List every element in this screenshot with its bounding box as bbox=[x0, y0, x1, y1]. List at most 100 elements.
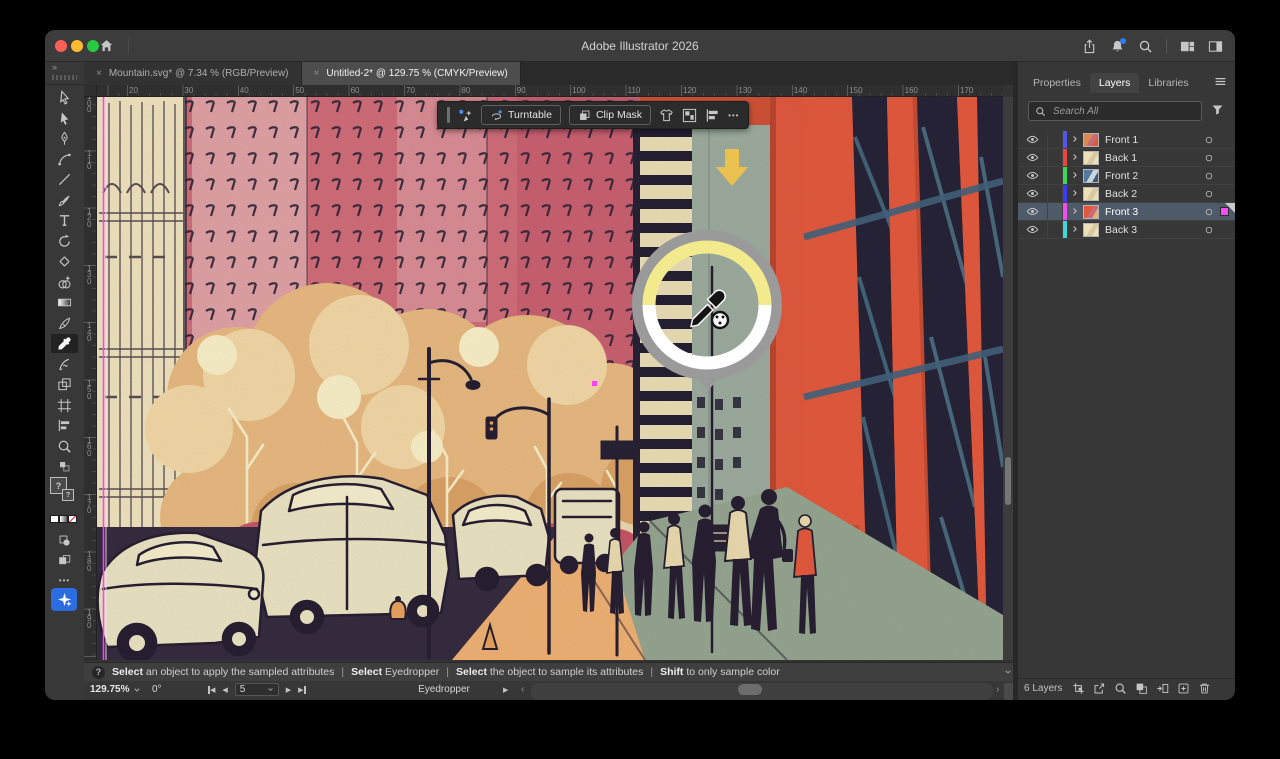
vertical-scroll-thumb[interactable] bbox=[1005, 457, 1011, 505]
selection-tool[interactable] bbox=[51, 88, 78, 107]
artboard-number-select[interactable]: 5 bbox=[235, 683, 279, 696]
lock-column[interactable] bbox=[1048, 149, 1063, 166]
search-layers-icon[interactable] bbox=[1114, 682, 1127, 695]
visibility-toggle[interactable] bbox=[1018, 221, 1048, 238]
horizontal-scroll-thumb[interactable] bbox=[738, 684, 762, 695]
toolbar-expand-chevron[interactable]: » bbox=[52, 62, 56, 72]
tab-layers[interactable]: Layers bbox=[1090, 73, 1140, 93]
visibility-toggle[interactable] bbox=[1018, 203, 1048, 220]
visibility-toggle[interactable] bbox=[1018, 131, 1048, 148]
tab-libraries[interactable]: Libraries bbox=[1139, 73, 1197, 93]
layer-row[interactable]: Back 2 bbox=[1018, 185, 1235, 203]
scroll-right-button[interactable]: › bbox=[996, 681, 999, 698]
document-tab[interactable]: × Mountain.svg* @ 7.34 % (RGB/Preview) bbox=[84, 62, 302, 85]
search-input[interactable] bbox=[1051, 105, 1181, 118]
generative-cursor-icon[interactable] bbox=[458, 108, 473, 123]
target-circle[interactable] bbox=[1198, 189, 1220, 199]
draw-mode-icon[interactable] bbox=[51, 531, 78, 550]
layer-thumbnail[interactable] bbox=[1083, 223, 1099, 237]
shape-builder-tool[interactable] bbox=[51, 273, 78, 292]
lock-column[interactable] bbox=[1048, 203, 1063, 220]
pen-tool[interactable] bbox=[51, 129, 78, 148]
close-tab-icon[interactable]: × bbox=[96, 68, 102, 79]
layer-name[interactable]: Front 3 bbox=[1105, 206, 1198, 218]
shaper-tool[interactable] bbox=[51, 355, 78, 374]
layer-thumbnail[interactable] bbox=[1083, 151, 1099, 165]
horizontal-scrollbar[interactable] bbox=[531, 683, 993, 700]
scroll-down-button[interactable] bbox=[1003, 662, 1013, 681]
move-to-layer-icon[interactable] bbox=[1156, 682, 1169, 695]
rotate-tool[interactable] bbox=[51, 232, 78, 251]
lock-column[interactable] bbox=[1048, 167, 1063, 184]
toolbar-grip[interactable] bbox=[52, 75, 77, 80]
ai-assistant-button[interactable] bbox=[51, 588, 77, 611]
visibility-toggle[interactable] bbox=[1018, 185, 1048, 202]
close-tab-icon[interactable]: × bbox=[314, 68, 320, 79]
align-left-icon[interactable] bbox=[705, 108, 720, 123]
export-icon[interactable] bbox=[1093, 682, 1106, 695]
new-layer-icon[interactable] bbox=[1177, 682, 1190, 695]
workspace-switcher-icon[interactable] bbox=[1180, 39, 1195, 54]
first-artboard-button[interactable]: ◀ bbox=[208, 686, 215, 694]
target-circle[interactable] bbox=[1198, 207, 1220, 217]
status-advance-button[interactable]: ▶ bbox=[503, 681, 508, 698]
lock-column[interactable] bbox=[1048, 131, 1063, 148]
drag-handle[interactable] bbox=[447, 107, 450, 123]
delete-layer-icon[interactable] bbox=[1198, 682, 1211, 695]
symbols-tool[interactable] bbox=[51, 375, 78, 394]
layer-thumbnail[interactable] bbox=[1083, 205, 1099, 219]
filter-funnel-icon[interactable] bbox=[1211, 103, 1224, 116]
swap-fill-stroke-icon[interactable] bbox=[51, 457, 78, 476]
eyedropper-tool[interactable] bbox=[51, 334, 78, 353]
layer-row[interactable]: Front 1 bbox=[1018, 131, 1235, 149]
tab-properties[interactable]: Properties bbox=[1024, 73, 1090, 93]
gradient-swatch[interactable] bbox=[59, 515, 68, 523]
color-swatch[interactable] bbox=[50, 515, 59, 523]
align-tool[interactable] bbox=[51, 416, 78, 435]
notifications-bell-icon[interactable] bbox=[1110, 39, 1125, 54]
layer-thumbnail[interactable] bbox=[1083, 187, 1099, 201]
v-ruler[interactable]: 1 0 01 1 01 2 01 3 01 4 01 5 01 6 01 7 0… bbox=[84, 97, 97, 660]
make-mask-icon[interactable] bbox=[1135, 682, 1148, 695]
visibility-toggle[interactable] bbox=[1018, 167, 1048, 184]
layer-row[interactable]: Back 3 bbox=[1018, 221, 1235, 239]
layer-thumbnail[interactable] bbox=[1083, 169, 1099, 183]
expand-chevron-icon[interactable] bbox=[1071, 168, 1080, 184]
h-ruler[interactable]: 2030405060708090100110120130140150160170 bbox=[97, 85, 1003, 97]
layer-name[interactable]: Front 2 bbox=[1105, 170, 1198, 182]
layer-row[interactable]: Front 2 bbox=[1018, 167, 1235, 185]
layer-name[interactable]: Front 1 bbox=[1105, 134, 1198, 146]
clip-mask-button[interactable]: Clip Mask bbox=[569, 105, 651, 125]
share-icon[interactable] bbox=[1082, 39, 1097, 54]
type-tool[interactable] bbox=[51, 211, 78, 230]
layer-name[interactable]: Back 1 bbox=[1105, 152, 1198, 164]
stroke-unknown-box[interactable]: ? bbox=[62, 489, 74, 501]
layer-row[interactable]: Back 1 bbox=[1018, 149, 1235, 167]
collage-icon[interactable] bbox=[682, 108, 697, 123]
search-icon[interactable] bbox=[1138, 39, 1153, 54]
ruler-corner[interactable] bbox=[84, 85, 97, 97]
none-swatch[interactable] bbox=[68, 515, 77, 523]
knife-tool[interactable] bbox=[51, 314, 78, 333]
direct-selection-tool[interactable] bbox=[51, 109, 78, 128]
paintbrush-tool[interactable] bbox=[51, 191, 78, 210]
zoom-tool[interactable] bbox=[51, 437, 78, 456]
target-circle[interactable] bbox=[1198, 171, 1220, 181]
layer-row[interactable]: Front 3 bbox=[1018, 203, 1235, 221]
locate-object-icon[interactable] bbox=[1072, 682, 1085, 695]
gradient-tool[interactable] bbox=[51, 293, 78, 312]
expand-chevron-icon[interactable] bbox=[1071, 222, 1080, 238]
previous-artboard-button[interactable]: ◀ bbox=[222, 686, 227, 694]
layer-thumbnail[interactable] bbox=[1083, 133, 1099, 147]
expand-chevron-icon[interactable] bbox=[1071, 204, 1080, 220]
last-artboard-button[interactable]: ▶ bbox=[298, 686, 305, 694]
next-artboard-button[interactable]: ▶ bbox=[286, 686, 291, 694]
eraser-tool[interactable] bbox=[51, 252, 78, 271]
curvature-tool[interactable] bbox=[51, 150, 78, 169]
fill-stroke-indicator[interactable]: ? ? bbox=[50, 477, 80, 509]
vertical-scrollbar[interactable] bbox=[1003, 97, 1013, 660]
canvas[interactable] bbox=[97, 97, 1003, 660]
layer-name[interactable]: Back 3 bbox=[1105, 224, 1198, 236]
line-segment-tool[interactable] bbox=[51, 170, 78, 189]
lock-column[interactable] bbox=[1048, 221, 1063, 238]
